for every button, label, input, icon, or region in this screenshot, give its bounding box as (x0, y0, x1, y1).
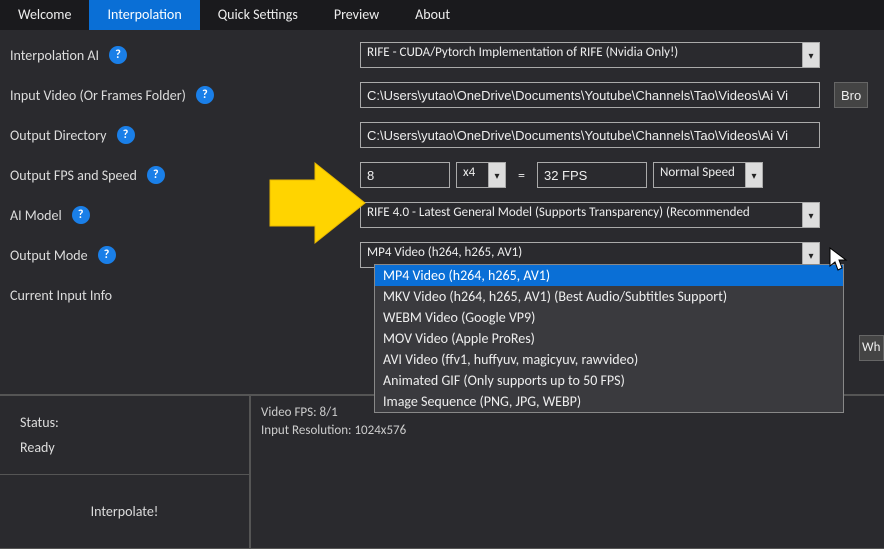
arrow-annotation-icon (260, 158, 370, 248)
output-directory-label: Output Directory (10, 127, 107, 144)
help-icon[interactable]: ? (98, 246, 116, 264)
info-panel: Video FPS: 8/1 Input Resolution: 1024x57… (250, 395, 884, 549)
tab-interpolation[interactable]: Interpolation (89, 0, 199, 30)
status-box: Status: Ready (0, 395, 250, 475)
input-fps-field[interactable] (360, 162, 450, 188)
help-icon[interactable]: ? (196, 86, 214, 104)
status-value: Ready (20, 435, 229, 460)
current-input-info-label: Current Input Info (10, 287, 112, 304)
dropdown-item[interactable]: MKV Video (h264, h265, AV1) (Best Audio/… (375, 286, 843, 307)
chevron-down-icon[interactable]: ▾ (802, 202, 820, 228)
chevron-down-icon[interactable]: ▾ (802, 42, 820, 68)
output-fps-field (537, 162, 647, 188)
input-video-label: Input Video (Or Frames Folder) (10, 87, 186, 104)
partial-button[interactable]: Wh (859, 335, 884, 361)
tab-about[interactable]: About (397, 0, 468, 30)
interpolate-button[interactable]: Interpolate! (0, 475, 250, 549)
input-video-field[interactable] (360, 82, 820, 108)
interpolation-ai-label: Interpolation AI (10, 47, 99, 64)
equals-label: = (512, 167, 531, 184)
chevron-down-icon[interactable]: ▾ (745, 162, 763, 188)
dropdown-item[interactable]: WEBM Video (Google VP9) (375, 307, 843, 328)
chevron-down-icon[interactable]: ▾ (488, 162, 506, 188)
output-mode-label: Output Mode (10, 247, 88, 264)
help-icon[interactable]: ? (109, 46, 127, 64)
help-icon[interactable]: ? (147, 166, 165, 184)
ai-model-select[interactable]: RIFE 4.0 - Latest General Model (Support… (360, 202, 820, 228)
dropdown-item[interactable]: AVI Video (ffv1, huffyuv, magicyuv, rawv… (375, 349, 843, 370)
tab-preview[interactable]: Preview (316, 0, 397, 30)
interpolation-ai-select[interactable]: RIFE - CUDA/Pytorch Implementation of RI… (360, 42, 820, 68)
dropdown-item[interactable]: MP4 Video (h264, h265, AV1) (375, 265, 843, 286)
output-mode-dropdown: MP4 Video (h264, h265, AV1) MKV Video (h… (374, 264, 844, 413)
tab-quick-settings[interactable]: Quick Settings (200, 0, 316, 30)
tab-welcome[interactable]: Welcome (0, 0, 89, 30)
output-fps-label: Output FPS and Speed (10, 167, 137, 184)
browse-input-button[interactable]: Bro (834, 82, 868, 108)
bottom-panel: Status: Ready Interpolate! Video FPS: 8/… (0, 394, 884, 549)
dropdown-item[interactable]: Image Sequence (PNG, JPG, WEBP) (375, 391, 843, 412)
help-icon[interactable]: ? (72, 206, 90, 224)
help-icon[interactable]: ? (117, 126, 135, 144)
input-resolution-info: Input Resolution: 1024x576 (261, 422, 874, 440)
dropdown-item[interactable]: MOV Video (Apple ProRes) (375, 328, 843, 349)
ai-model-label: AI Model (10, 207, 62, 224)
status-label: Status: (20, 410, 229, 435)
output-directory-field[interactable] (360, 122, 820, 148)
dropdown-item[interactable]: Animated GIF (Only supports up to 50 FPS… (375, 370, 843, 391)
tab-bar: Welcome Interpolation Quick Settings Pre… (0, 0, 884, 30)
